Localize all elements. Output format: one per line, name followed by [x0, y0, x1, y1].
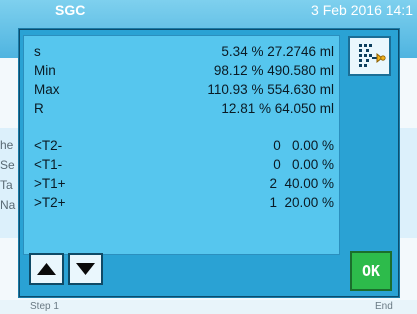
statistics-panel: s 5.34 % 27.2746 ml Min 98.12 % 490.580 …	[23, 35, 340, 255]
scroll-down-button[interactable]	[68, 253, 103, 285]
background-label: Ta	[0, 178, 13, 192]
tolerance-row-t2-plus: >T2+ 1 20.00 %	[34, 193, 334, 212]
background-label: Na	[0, 198, 16, 212]
stat-label: Max	[34, 82, 60, 97]
stat-value: 5.34 % 27.2746 ml	[221, 44, 334, 59]
status-step: Step 1	[30, 301, 59, 312]
arrow-up-icon	[37, 263, 56, 275]
tolerance-row-t1-plus: >T1+ 2 40.00 %	[34, 174, 334, 193]
stat-value: 12.81 % 64.050 ml	[221, 101, 334, 116]
statistics-dialog: s 5.34 % 27.2746 ml Min 98.12 % 490.580 …	[18, 28, 400, 298]
tolerance-value: 1 20.00 %	[269, 195, 334, 210]
scroll-up-button[interactable]	[29, 253, 64, 285]
print-report-button[interactable]	[348, 36, 391, 76]
background-label: he	[0, 138, 14, 152]
print-report-icon	[359, 44, 386, 67]
tolerance-label: <T1-	[34, 157, 63, 172]
tolerance-value: 2 40.00 %	[269, 176, 334, 191]
stat-row-s: s 5.34 % 27.2746 ml	[34, 42, 334, 61]
tolerance-label: <T2-	[34, 138, 63, 153]
stat-value: 110.93 % 554.630 ml	[207, 82, 334, 97]
tolerance-value: 0 0.00 %	[273, 138, 334, 153]
arrow-down-icon	[76, 263, 95, 275]
tolerance-value: 0 0.00 %	[273, 157, 334, 172]
tolerance-label: >T1+	[34, 176, 66, 191]
stat-row-max: Max 110.93 % 554.630 ml	[34, 80, 334, 99]
background-label: Se	[0, 158, 15, 172]
stat-row-min: Min 98.12 % 490.580 ml	[34, 61, 334, 80]
status-end: End	[375, 301, 393, 312]
stat-row-r: R 12.81 % 64.050 ml	[34, 99, 334, 118]
stat-value: 98.12 % 490.580 ml	[213, 63, 334, 78]
date-time: 3 Feb 2016 14:1	[311, 2, 413, 18]
status-bar: Step 1 End	[0, 300, 417, 314]
tolerance-label: >T2+	[34, 195, 66, 210]
stat-label: s	[34, 44, 41, 59]
tolerance-row-t1-minus: <T1- 0 0.00 %	[34, 155, 334, 174]
stat-label: Min	[34, 63, 56, 78]
ok-button[interactable]: OK	[350, 251, 392, 291]
tolerance-row-t2-minus: <T2- 0 0.00 %	[34, 136, 334, 155]
stat-label: R	[34, 101, 44, 116]
app-title: SGC	[55, 2, 86, 18]
